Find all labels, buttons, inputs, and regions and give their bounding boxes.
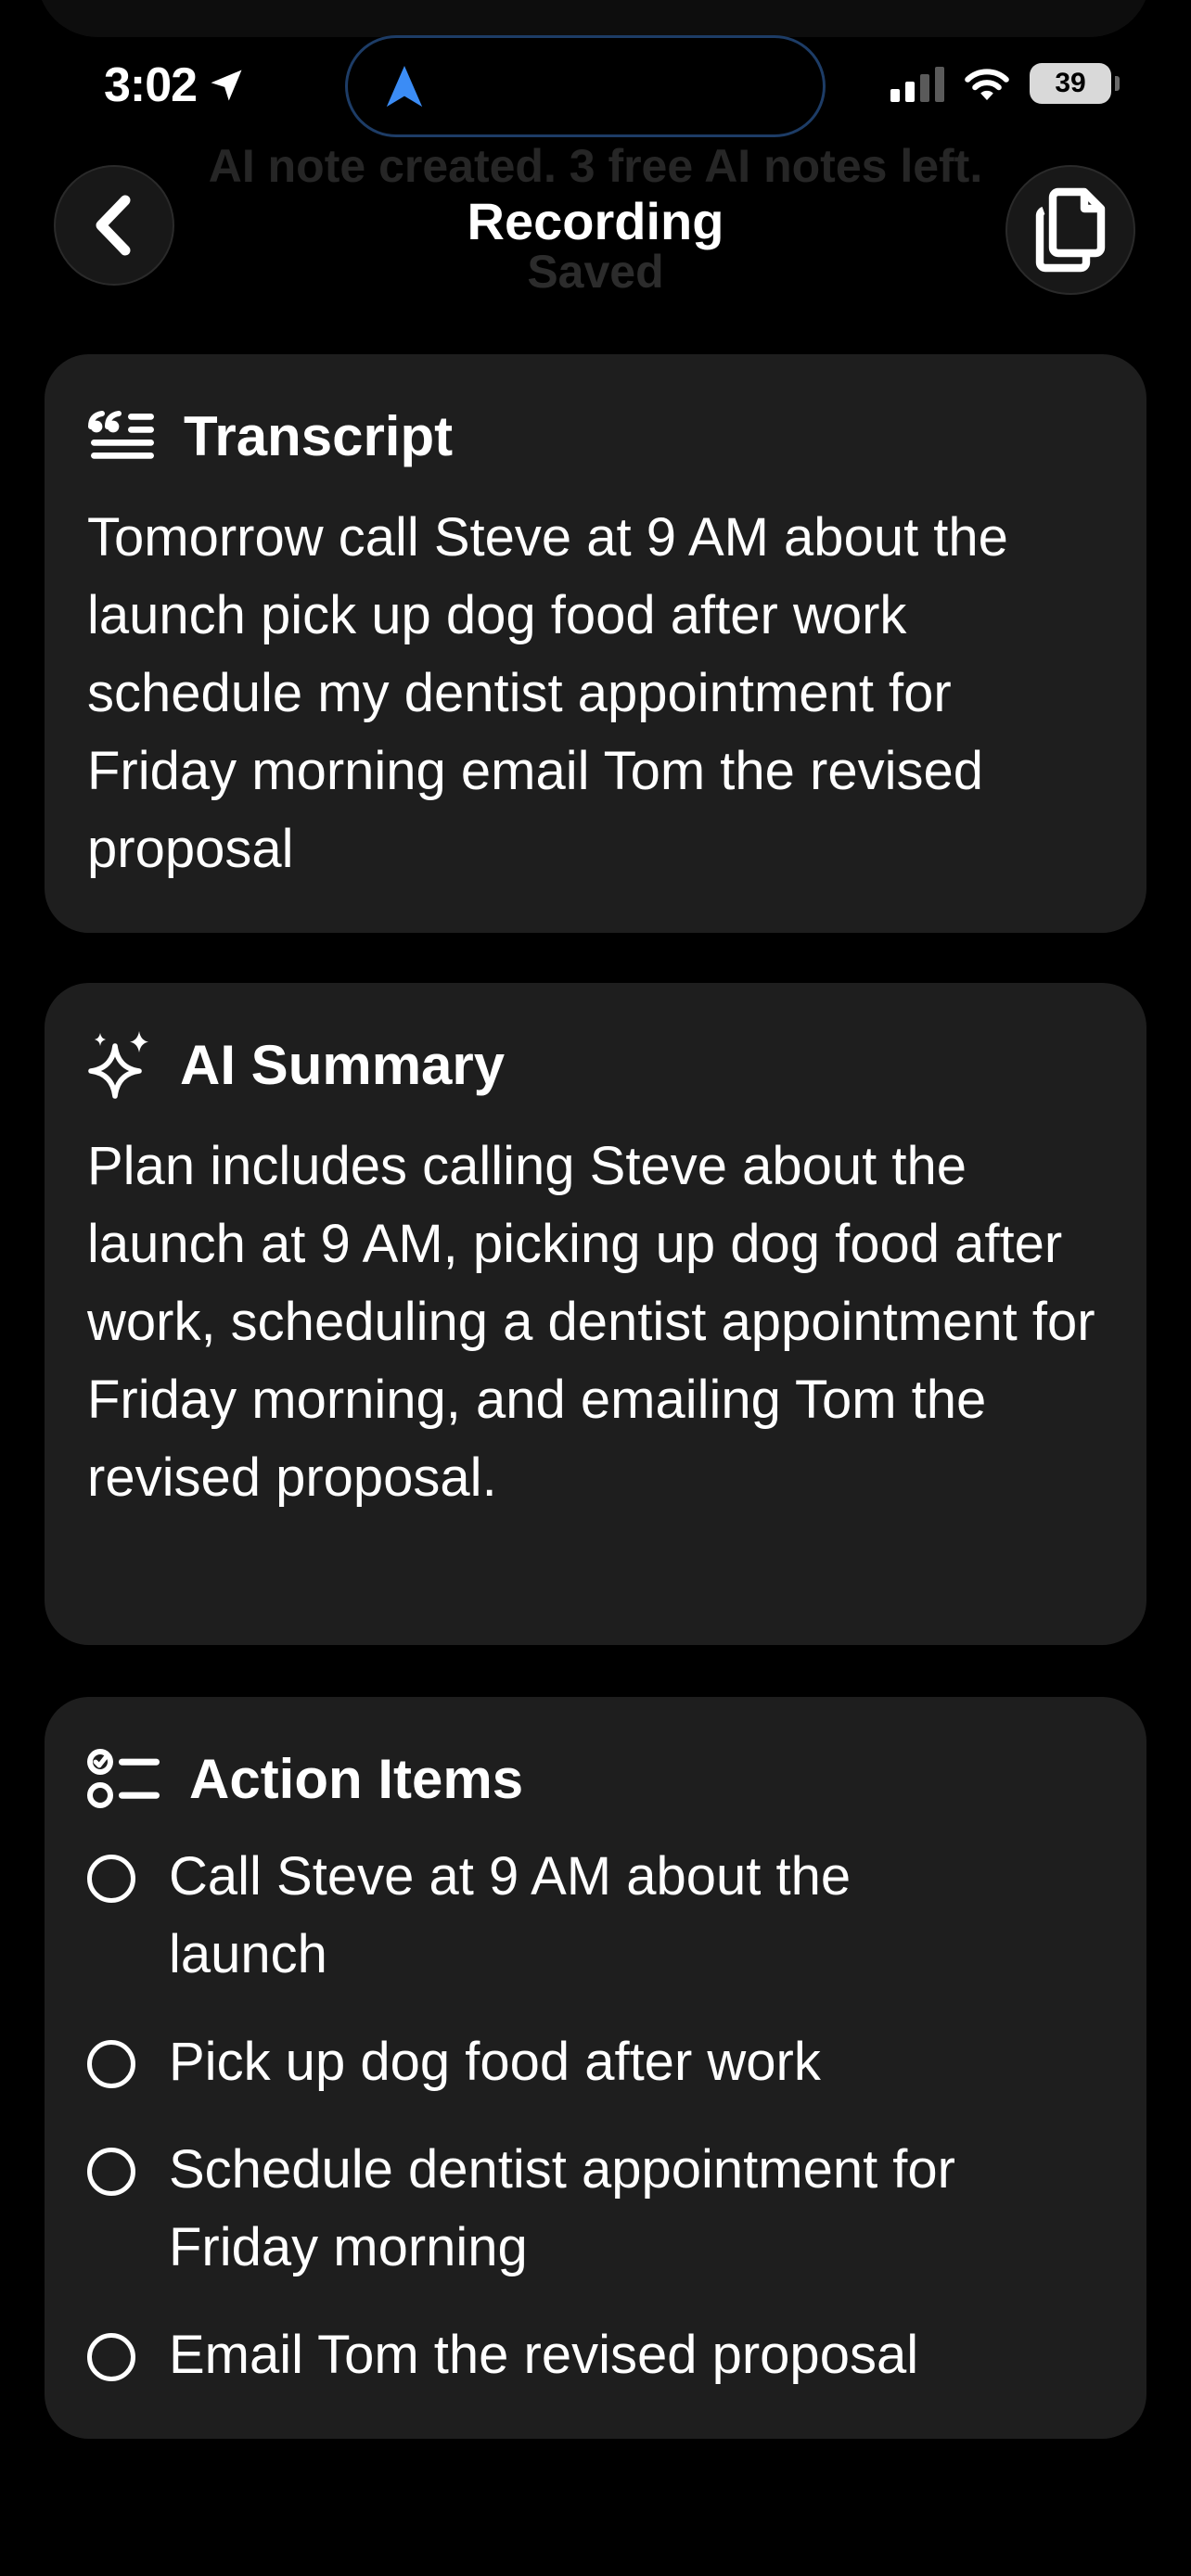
- action-item-label: Call Steve at 9 AM about the launch: [169, 1846, 852, 1984]
- action-items-list: Call Steve at 9 AM about the launch Pick…: [87, 1838, 1104, 2394]
- battery-indicator: 39: [1030, 63, 1120, 104]
- quote-lines-icon: [88, 411, 154, 459]
- ai-summary-text: Plan includes calling Steve about the la…: [87, 1136, 1095, 1508]
- battery-level: 39: [1055, 68, 1086, 98]
- transcript-title: Transcript: [184, 404, 454, 467]
- status-indicators: 39: [890, 63, 1120, 104]
- dynamic-island[interactable]: [345, 35, 826, 137]
- action-item: Pick up dog food after work: [87, 2023, 1104, 2101]
- location-arrow-icon: [211, 70, 242, 101]
- cellular-signal-icon: [890, 65, 944, 102]
- action-items-header: Action Items: [87, 1736, 1104, 1821]
- wifi-icon: [965, 69, 1009, 100]
- ai-summary-card: AI Summary Plan includes calling Steve a…: [45, 983, 1146, 1645]
- action-items-title: Action Items: [189, 1747, 524, 1810]
- checklist-icon: [87, 1749, 160, 1808]
- action-item-checkbox[interactable]: [87, 2040, 135, 2088]
- action-item-checkbox[interactable]: [87, 1855, 135, 1903]
- action-items-card: Action Items Call Steve at 9 AM about th…: [45, 1697, 1146, 2439]
- action-item-label: Schedule dentist appointment for Friday …: [169, 2139, 955, 2277]
- ai-summary-title: AI Summary: [180, 1033, 506, 1096]
- background-toast-pill: [37, 0, 1150, 37]
- transcript-card: Transcript Tomorrow call Steve at 9 AM a…: [45, 354, 1146, 933]
- copy-button[interactable]: [1005, 165, 1135, 295]
- action-item-label: Email Tom the revised proposal: [169, 2325, 919, 2385]
- action-item-checkbox[interactable]: [87, 2333, 135, 2381]
- background-toast-message: AI note created. 3 free AI notes left.: [208, 140, 983, 192]
- transcript-header: Transcript: [87, 393, 1104, 478]
- copy-icon: [1035, 187, 1106, 273]
- action-item: Email Tom the revised proposal: [87, 2316, 1104, 2394]
- action-item: Call Steve at 9 AM about the launch: [87, 1838, 1104, 1994]
- navigation-arrow-icon: [386, 66, 423, 108]
- action-item-label: Pick up dog food after work: [169, 2032, 821, 2092]
- status-time-text: 3:02: [104, 58, 198, 112]
- recording-screen: AI note created. 3 free AI notes left. S…: [0, 0, 1191, 2576]
- action-item-checkbox[interactable]: [87, 2148, 135, 2196]
- sparkles-icon: [88, 1031, 148, 1099]
- transcript-text: Tomorrow call Steve at 9 AM about the la…: [87, 507, 1008, 879]
- ai-summary-header: AI Summary: [87, 1022, 1104, 1107]
- action-item: Schedule dentist appointment for Friday …: [87, 2131, 1104, 2287]
- status-time: 3:02: [104, 57, 247, 113]
